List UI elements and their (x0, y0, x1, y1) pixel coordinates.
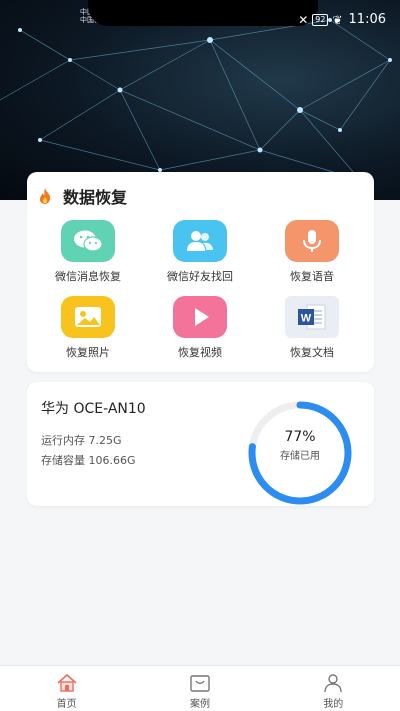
tile-label: 恢复文档 (290, 346, 334, 359)
tile-icon-bg (285, 220, 339, 262)
tab-label: 案例 (189, 699, 210, 710)
card-header: 数据恢复 (37, 184, 127, 208)
user-icon (324, 674, 343, 693)
storage-usage-ring: 77% 存储已用 (246, 399, 354, 507)
home-icon (57, 673, 77, 692)
tab-home[interactable]: 首页 (0, 666, 133, 711)
battery-icon: 92 (312, 13, 329, 26)
clock: 11:06 (348, 12, 386, 27)
photo-icon (75, 307, 101, 327)
wechat-message-recovery-button[interactable]: 微信消息恢复 (33, 220, 143, 284)
data-recovery-card: 数据恢复 微信消息恢复 微信好友找回 恢复语音 恢复照片 恢复视频 W 恢复文档 (27, 172, 374, 372)
tile-icon-bg (61, 220, 115, 262)
device-name: 华为 OCE-AN10 (41, 401, 146, 417)
tab-case[interactable]: 案例 (133, 666, 266, 711)
ring-center: 77% 存储已用 (246, 429, 354, 462)
contacts-icon (187, 231, 213, 251)
video-recovery-button[interactable]: 恢复视频 (145, 296, 255, 360)
usage-percent: 77% (284, 429, 316, 445)
tile-icon-bg (61, 296, 115, 338)
document-recovery-button[interactable]: W 恢复文档 (257, 296, 367, 360)
status-indicators: ✕ 92 ❦ 11:06 (298, 12, 386, 27)
usage-label: 存储已用 (280, 451, 320, 462)
tile-label: 微信消息恢复 (55, 270, 121, 283)
mute-icon: ✕ (298, 12, 309, 27)
card-title: 数据恢复 (63, 188, 128, 207)
tab-label: 我的 (323, 699, 344, 710)
voice-recovery-button[interactable]: 恢复语音 (257, 220, 367, 284)
wechat-friend-recovery-button[interactable]: 微信好友找回 (145, 220, 255, 284)
photo-recovery-button[interactable]: 恢复照片 (33, 296, 143, 360)
word-document-icon: W (298, 304, 326, 330)
memory-info: 运行内存 7.25G (41, 434, 122, 447)
storage-info: 存储容量 106.66G (41, 454, 136, 467)
bottom-tab-bar: 首页 案例 我的 (0, 665, 400, 711)
play-icon (195, 308, 209, 326)
fire-icon (39, 188, 51, 204)
tile-label: 恢复照片 (66, 346, 110, 359)
tab-label: 首页 (56, 699, 77, 710)
camera-notch (88, 0, 318, 26)
status-bar: 中国移动 中国移动 ✕ 92 ❦ 11:06 (0, 0, 400, 36)
microphone-icon (303, 230, 321, 252)
tile-label: 恢复视频 (178, 346, 222, 359)
wechat-icon (74, 230, 103, 252)
tile-icon-bg (173, 220, 227, 262)
svg-text:W: W (301, 313, 312, 325)
leaf-icon: ❦ (332, 12, 343, 27)
case-icon (190, 675, 210, 692)
device-info-card: 华为 OCE-AN10 运行内存 7.25G 存储容量 106.66G 77% … (27, 382, 374, 506)
tile-icon-bg: W (285, 296, 339, 338)
tile-label: 恢复语音 (290, 270, 334, 283)
tab-mine[interactable]: 我的 (267, 666, 400, 711)
tile-label: 微信好友找回 (167, 270, 233, 283)
tile-icon-bg (173, 296, 227, 338)
